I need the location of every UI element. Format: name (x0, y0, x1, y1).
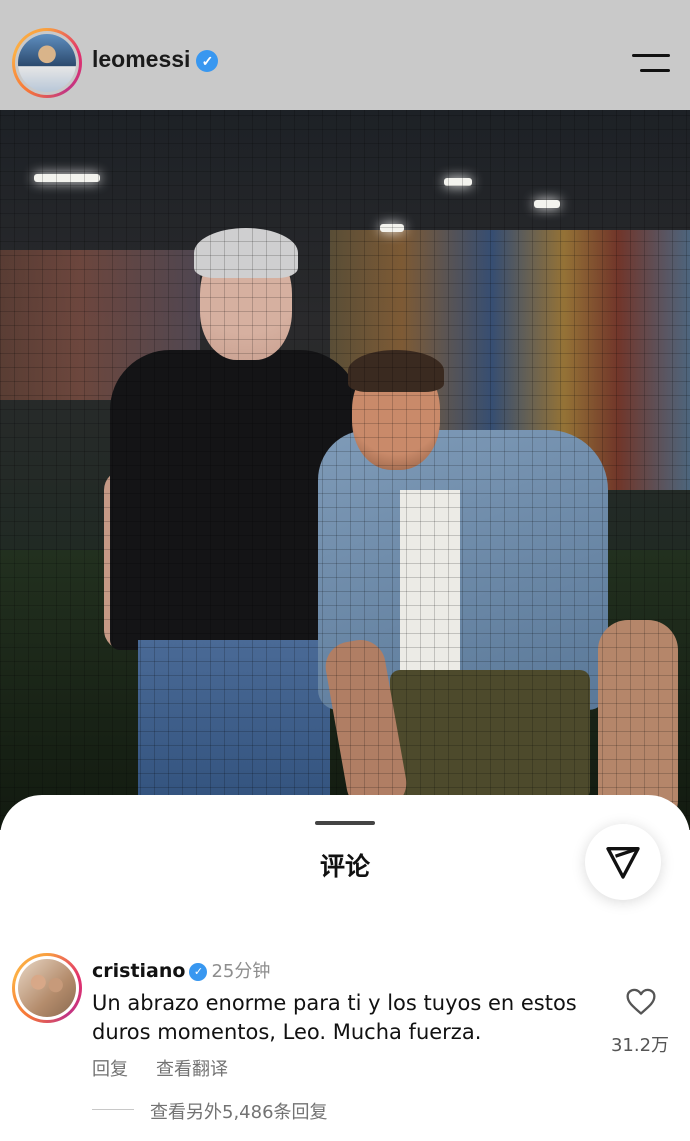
verified-badge-icon: ✓ (189, 962, 208, 981)
post-image[interactable] (0, 110, 690, 830)
comment-avatar[interactable] (12, 953, 82, 1023)
comment-time: 25分钟 (211, 961, 271, 982)
comment-actions: 回复 查看翻译 (92, 1055, 256, 1081)
share-button[interactable] (585, 824, 661, 900)
replies-divider (92, 1109, 134, 1110)
username[interactable]: leomessi (92, 46, 190, 72)
reply-button[interactable]: 回复 (92, 1059, 128, 1080)
comment-header: cristiano ✓ 25分钟 (92, 957, 270, 983)
view-replies-button[interactable]: 查看另外5,486条回复 (150, 1098, 328, 1124)
like-count: 31.2万 (610, 1035, 670, 1056)
post-header: leomessi ✓ (0, 0, 690, 110)
hamburger-menu-icon[interactable] (632, 52, 670, 74)
username-row[interactable]: leomessi ✓ (92, 46, 219, 73)
heart-icon[interactable] (625, 988, 657, 1016)
profile-avatar[interactable] (12, 28, 82, 98)
menu-line-top (632, 54, 670, 57)
comments-sheet: 评论 cristiano ✓ 25分钟 Un abrazo enorme para … (0, 795, 690, 1141)
drag-handle[interactable] (315, 821, 375, 825)
translate-button[interactable]: 查看翻译 (156, 1059, 228, 1080)
avatar-image (18, 34, 76, 92)
verified-badge-icon: ✓ (196, 49, 219, 72)
send-icon (606, 847, 640, 879)
comment-username[interactable]: cristiano (92, 960, 185, 982)
comment-avatar-image (18, 959, 76, 1017)
comment-text: Un abrazo enorme para ti y los tuyos en … (92, 991, 577, 1044)
menu-line-bottom (640, 69, 670, 72)
netting-overlay (0, 110, 690, 830)
